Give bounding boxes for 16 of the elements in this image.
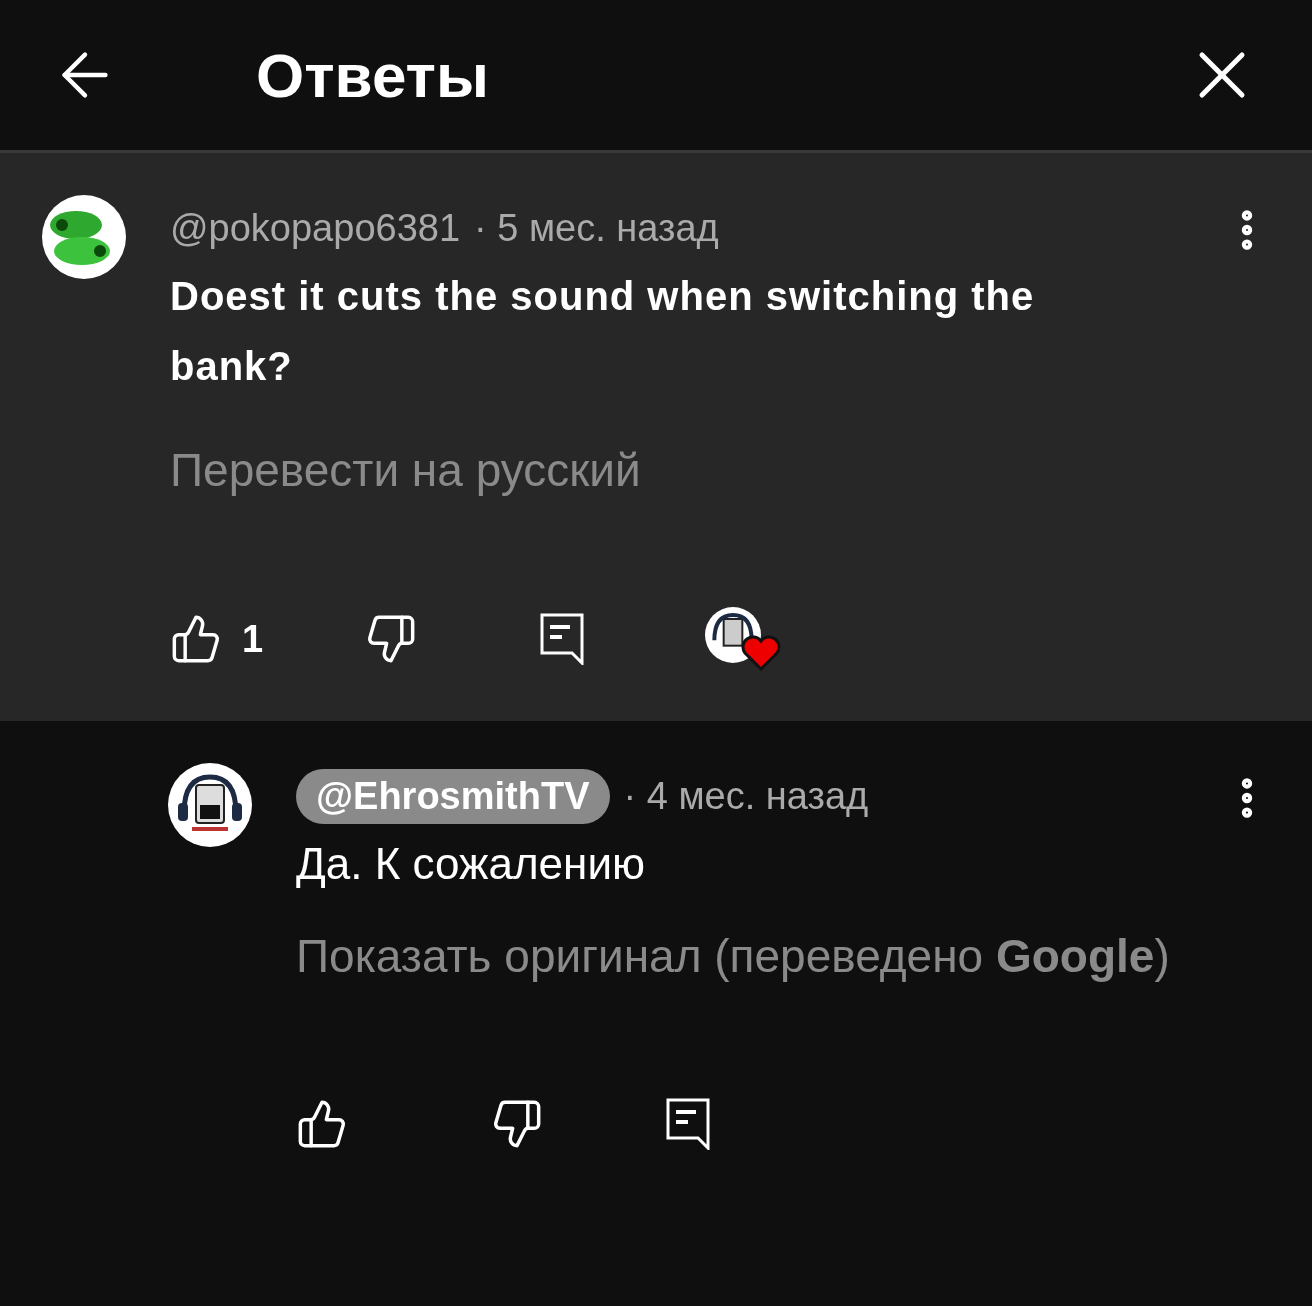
translate-link[interactable]: Показать оригинал (переведено Google) (296, 929, 1178, 983)
page-title: Ответы (256, 39, 490, 111)
comment-time: · 5 мес. назад (474, 206, 719, 250)
comment-author[interactable]: @EhrosmithTV (296, 768, 610, 824)
translate-link[interactable]: Перевести на русский (170, 443, 1178, 497)
thumbs-down-icon (365, 613, 417, 665)
thumbs-up-icon (170, 613, 222, 665)
comment-text: Да. К сожалению (296, 838, 646, 890)
comment-author[interactable]: @pokopapo6381 (170, 206, 461, 250)
thumbs-up-icon (296, 1098, 348, 1150)
comment-time: · 4 мес. назад (623, 774, 869, 818)
comment-text: Doest it cuts the sound when switching the bank? (170, 273, 1036, 390)
like-button[interactable]: 1 (170, 613, 365, 665)
reply-icon (540, 613, 584, 665)
thumbs-down-icon (491, 1098, 543, 1150)
reply-icon (666, 1098, 710, 1150)
